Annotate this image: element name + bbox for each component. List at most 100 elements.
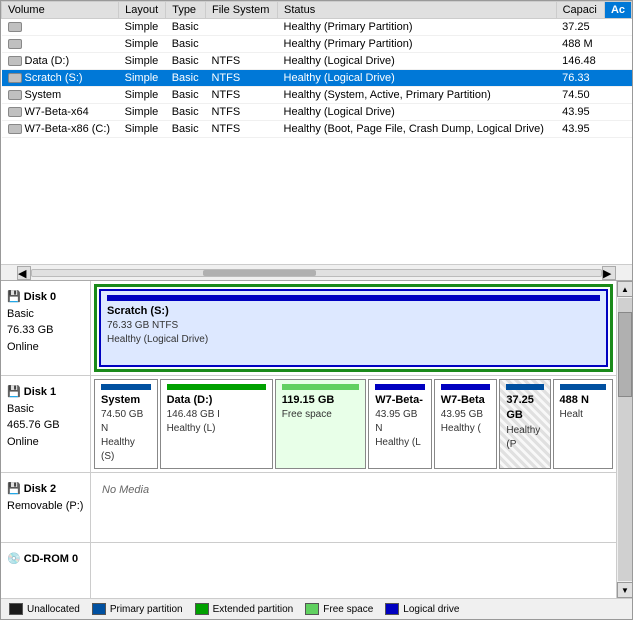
table-cell: NTFS xyxy=(205,121,277,138)
disk0-type: Basic xyxy=(7,306,84,323)
table-scroll-area[interactable]: Volume Layout Type File System Status Ca… xyxy=(1,1,632,264)
disk2-id: 💾 Disk 2 xyxy=(7,481,84,498)
primary-partition-icon xyxy=(92,603,106,615)
cdrom0-content xyxy=(91,543,616,598)
legend-unallocated: Unallocated xyxy=(9,603,80,615)
col-extra[interactable]: Ac xyxy=(604,2,631,19)
scroll-up-btn[interactable]: ▲ xyxy=(617,281,632,297)
partition-status: Healthy (P xyxy=(506,424,543,452)
table-cell-extra xyxy=(604,36,631,53)
scroll-down-btn[interactable]: ▼ xyxy=(617,582,632,598)
no-media-label: No Media xyxy=(94,476,613,539)
table-row[interactable]: Data (D:)SimpleBasicNTFSHealthy (Logical… xyxy=(2,53,632,70)
disk-panels-scroll[interactable]: 💾 Disk 0 Basic 76.33 GB Online Scratch (… xyxy=(1,281,616,598)
table-cell: 37.25 xyxy=(556,19,604,36)
partition-size: 76.33 GB NTFS xyxy=(107,319,600,333)
legend-extended: Extended partition xyxy=(195,603,294,615)
partition-stripe xyxy=(506,384,543,390)
disk1-488mb-partition[interactable]: 488 N Healt xyxy=(553,379,613,469)
disk1-panel: 💾 Disk 1 Basic 465.76 GB Online System 7… xyxy=(1,376,616,473)
table-cell: System xyxy=(2,87,119,104)
legend-logical: Logical drive xyxy=(385,603,459,615)
table-cell: Simple xyxy=(119,104,166,121)
col-type[interactable]: Type xyxy=(166,2,206,19)
table-cell xyxy=(205,36,277,53)
table-cell: Basic xyxy=(166,53,206,70)
disk0-size: 76.33 GB xyxy=(7,322,84,339)
col-capacity[interactable]: Capaci xyxy=(556,2,604,19)
partition-name: W7-Beta- xyxy=(375,393,425,408)
partition-size: 74.50 GB N xyxy=(101,408,151,436)
col-filesystem[interactable]: File System xyxy=(205,2,277,19)
legend-primary: Primary partition xyxy=(92,603,183,615)
freespace-label: Free space xyxy=(323,604,373,615)
disk1-id: 💾 Disk 1 xyxy=(7,384,84,401)
table-cell: Simple xyxy=(119,36,166,53)
partition-stripe xyxy=(101,384,151,390)
vertical-scrollbar[interactable]: ▲ ▼ xyxy=(616,281,632,598)
disk1-free-partition[interactable]: 119.15 GB Free space xyxy=(275,379,366,469)
col-layout[interactable]: Layout xyxy=(119,2,166,19)
table-cell: NTFS xyxy=(205,70,277,87)
table-cell xyxy=(2,36,119,53)
table-cell-extra xyxy=(604,87,631,104)
col-status[interactable]: Status xyxy=(278,2,557,19)
partition-size: 43.95 GB N xyxy=(375,408,425,436)
table-row[interactable]: W7-Beta-x86 (C:)SimpleBasicNTFSHealthy (… xyxy=(2,121,632,138)
table-row[interactable]: SimpleBasicHealthy (Primary Partition)37… xyxy=(2,19,632,36)
table-cell: W7-Beta-x86 (C:) xyxy=(2,121,119,138)
disk1-system-partition[interactable]: System 74.50 GB N Healthy (S) xyxy=(94,379,158,469)
disk1-37gb-partition[interactable]: 37.25 GB Healthy (P xyxy=(499,379,550,469)
scroll-track[interactable] xyxy=(618,298,632,581)
cdrom0-panel: 💿 CD-ROM 0 xyxy=(1,543,616,598)
table-cell: NTFS xyxy=(205,53,277,70)
disk1-data-partition[interactable]: Data (D:) 146.48 GB I Healthy (L) xyxy=(160,379,273,469)
disk0-scratch-partition[interactable]: Scratch (S:) 76.33 GB NTFS Healthy (Logi… xyxy=(99,289,608,367)
table-cell-extra xyxy=(604,121,631,138)
scroll-left-btn[interactable]: ◀ xyxy=(17,266,31,280)
partition-size-label: 119.15 GB xyxy=(282,393,359,408)
disk1-type: Basic xyxy=(7,401,84,418)
table-cell: 76.33 xyxy=(556,70,604,87)
disk2-content: No Media xyxy=(91,473,616,542)
table-cell: Basic xyxy=(166,87,206,104)
disk2-label: 💾 Disk 2 Removable (P:) xyxy=(1,473,91,542)
h-scroll-thumb xyxy=(203,270,317,276)
table-cell xyxy=(2,19,119,36)
table-cell: Simple xyxy=(119,87,166,104)
table-cell: Healthy (Logical Drive) xyxy=(278,104,557,121)
partition-stripe xyxy=(282,384,359,390)
partition-size-label: 37.25 GB xyxy=(506,393,543,424)
horizontal-scrollbar[interactable]: ◀ ▶ xyxy=(1,264,632,280)
partition-stripe xyxy=(560,384,606,390)
unallocated-icon xyxy=(9,603,23,615)
disk-panels-container: 💾 Disk 0 Basic 76.33 GB Online Scratch (… xyxy=(1,281,632,598)
table-row[interactable]: W7-Beta-x64SimpleBasicNTFSHealthy (Logic… xyxy=(2,104,632,121)
scroll-right-btn[interactable]: ▶ xyxy=(602,266,616,280)
table-cell-extra xyxy=(604,70,631,87)
table-cell: Healthy (Logical Drive) xyxy=(278,70,557,87)
disk1-label: 💾 Disk 1 Basic 465.76 GB Online xyxy=(1,376,91,472)
extended-label: Extended partition xyxy=(213,604,294,615)
partition-stripe xyxy=(375,384,425,390)
h-scroll-track[interactable] xyxy=(31,269,602,277)
table-cell xyxy=(205,19,277,36)
disk1-w7beta64-partition[interactable]: W7-Beta- 43.95 GB N Healthy (L xyxy=(368,379,432,469)
table-cell: Healthy (Primary Partition) xyxy=(278,19,557,36)
disk0-panel: 💾 Disk 0 Basic 76.33 GB Online Scratch (… xyxy=(1,281,616,376)
col-volume[interactable]: Volume xyxy=(2,2,119,19)
disk0-content: Scratch (S:) 76.33 GB NTFS Healthy (Logi… xyxy=(91,281,616,375)
table-cell-extra xyxy=(604,104,631,121)
table-row[interactable]: SimpleBasicHealthy (Primary Partition)48… xyxy=(2,36,632,53)
table-row[interactable]: Scratch (S:)SimpleBasicNTFSHealthy (Logi… xyxy=(2,70,632,87)
table-cell: 43.95 xyxy=(556,121,604,138)
disk0-id: 💾 Disk 0 xyxy=(7,289,84,306)
disk0-selection-border: Scratch (S:) 76.33 GB NTFS Healthy (Logi… xyxy=(94,284,613,372)
partition-size: 43.95 GB xyxy=(441,408,491,422)
unallocated-label: Unallocated xyxy=(27,604,80,615)
disk1-w7beta86-partition[interactable]: W7-Beta 43.95 GB Healthy ( xyxy=(434,379,498,469)
partition-status: Healthy (S) xyxy=(101,436,151,464)
table-row[interactable]: SystemSimpleBasicNTFSHealthy (System, Ac… xyxy=(2,87,632,104)
table-cell: Simple xyxy=(119,19,166,36)
scroll-thumb xyxy=(618,312,632,397)
